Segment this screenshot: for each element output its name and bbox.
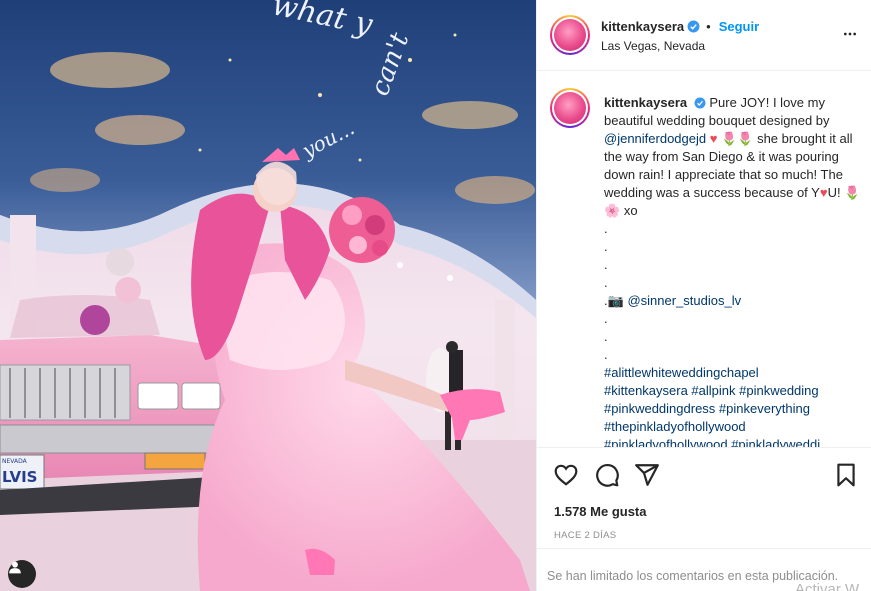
- avatar[interactable]: [550, 15, 590, 55]
- post-timestamp[interactable]: HACE 2 DÍAS: [554, 530, 616, 541]
- dot-line: .: [604, 221, 608, 236]
- mention-link[interactable]: @sinner_studios_lv: [627, 293, 741, 308]
- hashtag-link[interactable]: #kittenkaysera #allpink #pinkwedding: [604, 382, 862, 400]
- caption-text: kittenkaysera Pure JOY! I love my beauti…: [604, 94, 862, 447]
- dot-line: .: [604, 347, 608, 362]
- post-image-illustration: what y can't you... LVIS NEVADA: [0, 0, 536, 591]
- hashtag-link[interactable]: #pinkweddingdress #pinkeverything: [604, 400, 862, 418]
- caption-line-3: xo: [623, 203, 638, 218]
- header-user-line: kittenkaysera • Seguir: [601, 19, 759, 34]
- caption-area[interactable]: kittenkaysera Pure JOY! I love my beauti…: [537, 71, 871, 447]
- post-side-panel: kittenkaysera • Seguir Las Vegas, Nevada…: [536, 0, 871, 591]
- dot-line: .: [604, 257, 608, 272]
- tulip-emoji: 🌷🌷: [721, 131, 754, 146]
- user-tag-button[interactable]: [8, 560, 36, 588]
- hashtag-link[interactable]: #thepinkladyofhollywood: [604, 418, 862, 436]
- license-plate-text: LVIS: [2, 468, 38, 486]
- separator: •: [706, 19, 711, 34]
- hashtag-link[interactable]: #alittlewhiteweddingchapel: [604, 364, 862, 382]
- windows-activation-watermark: Activar W: [795, 581, 860, 591]
- location-link[interactable]: Las Vegas, Nevada: [601, 39, 705, 53]
- post-actions: 1.578 Me gusta HACE 2 DÍAS: [537, 447, 871, 548]
- verified-badge-icon: [687, 20, 700, 33]
- dot-line: .: [604, 329, 608, 344]
- hashtag-link[interactable]: #pinkladyofhollywood #pinkladyweddi...: [604, 436, 862, 447]
- caption-line-2b: U!: [827, 185, 841, 200]
- post-photo[interactable]: what y can't you... LVIS NEVADA: [0, 0, 536, 591]
- comments-limited-box: Se han limitado los comentarios en esta …: [537, 548, 871, 591]
- username-link[interactable]: kittenkaysera: [601, 19, 684, 34]
- dot-line: .: [604, 311, 608, 326]
- license-plate-state: NEVADA: [2, 458, 28, 465]
- heart-icon[interactable]: [553, 462, 579, 488]
- photographer-credit: .📷 @sinner_studios_lv: [604, 292, 862, 310]
- post-header: kittenkaysera • Seguir Las Vegas, Nevada: [537, 0, 871, 71]
- follow-button[interactable]: Seguir: [719, 19, 759, 34]
- mention-link[interactable]: @jenniferdodgejd: [604, 131, 706, 146]
- dot-line: .: [604, 239, 608, 254]
- share-icon[interactable]: [634, 462, 660, 488]
- verified-badge-icon: [694, 97, 706, 109]
- bookmark-icon[interactable]: [833, 462, 859, 488]
- heart-emoji: ♥: [819, 185, 828, 200]
- heart-emoji: ♥: [709, 131, 718, 146]
- comment-icon[interactable]: [594, 462, 620, 488]
- more-options-icon[interactable]: [842, 26, 858, 42]
- likes-count[interactable]: 1.578 Me gusta: [554, 504, 647, 519]
- caption-avatar[interactable]: [550, 88, 590, 128]
- user-tag-icon: [9, 561, 21, 574]
- caption-username[interactable]: kittenkaysera: [604, 95, 687, 110]
- dot-line: .: [604, 275, 608, 290]
- camera-emoji: 📷: [607, 293, 624, 308]
